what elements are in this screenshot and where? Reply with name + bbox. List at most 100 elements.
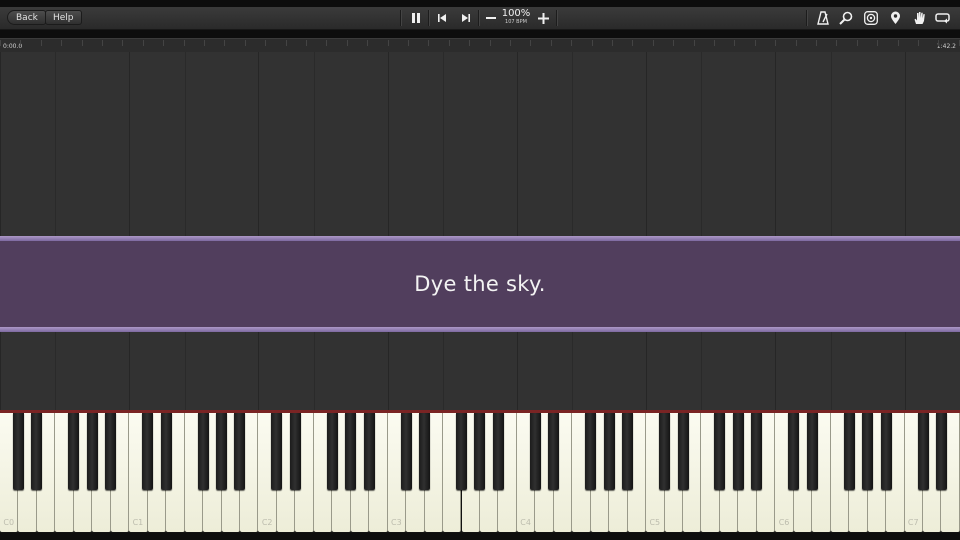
- black-key[interactable]: [843, 413, 855, 490]
- black-key[interactable]: [160, 413, 172, 490]
- black-key[interactable]: [289, 413, 301, 490]
- lane-divider: [830, 52, 832, 410]
- timeline-tick: [448, 40, 450, 46]
- skip-forward-icon[interactable]: [458, 10, 474, 26]
- timeline-tick: [224, 40, 226, 46]
- loop-icon[interactable]: [934, 10, 950, 26]
- black-key[interactable]: [862, 413, 874, 490]
- black-key[interactable]: [548, 413, 560, 490]
- timeline-tick: [918, 40, 919, 46]
- note-lane: Dye the sky.: [0, 52, 960, 410]
- octave-divider: [258, 52, 260, 410]
- black-key[interactable]: [197, 413, 209, 490]
- black-key[interactable]: [31, 413, 43, 490]
- black-key[interactable]: [492, 413, 504, 490]
- black-key[interactable]: [105, 413, 117, 490]
- pause-icon[interactable]: [408, 10, 424, 26]
- black-key[interactable]: [363, 413, 375, 490]
- timeline-tick: [346, 40, 348, 46]
- hand-icon[interactable]: [911, 10, 927, 26]
- timeline-tick: [285, 40, 287, 46]
- black-key[interactable]: [474, 413, 486, 490]
- timeline-tick: [877, 40, 879, 46]
- timeline-tick: [122, 40, 124, 46]
- timeline-tick: [408, 40, 409, 46]
- lyric-text: Dye the sky.: [414, 272, 546, 296]
- black-key[interactable]: [751, 413, 763, 490]
- timeline-tick: [775, 40, 777, 46]
- lane-divider: [443, 52, 445, 410]
- metronome-icon[interactable]: [815, 10, 831, 26]
- black-key[interactable]: [788, 413, 800, 490]
- timeline-tick: [673, 40, 675, 46]
- black-key[interactable]: [68, 413, 80, 490]
- timeline-tick: [204, 40, 205, 46]
- black-key[interactable]: [456, 413, 467, 490]
- timeline-tick: [591, 40, 593, 46]
- octave-label: C1: [132, 518, 144, 527]
- octave-label: C7: [907, 518, 919, 527]
- timeline-tick: [20, 40, 22, 46]
- octave-label: C3: [391, 518, 402, 527]
- skip-back-icon[interactable]: [434, 10, 450, 26]
- minus-icon[interactable]: [483, 10, 499, 26]
- black-key[interactable]: [86, 413, 98, 490]
- octave-divider: [0, 52, 1, 410]
- black-key[interactable]: [714, 413, 726, 490]
- black-key[interactable]: [806, 413, 818, 490]
- toolbar-divider: [478, 10, 480, 26]
- black-key[interactable]: [659, 413, 671, 490]
- target-icon[interactable]: [863, 10, 879, 26]
- black-key[interactable]: [880, 413, 892, 490]
- banner-bottom-edge: [0, 327, 960, 332]
- octave-label: C6: [778, 518, 790, 527]
- black-key[interactable]: [142, 413, 154, 490]
- black-key[interactable]: [622, 413, 634, 490]
- timeline-tick: [244, 40, 246, 46]
- black-key[interactable]: [345, 413, 357, 490]
- help-button[interactable]: Help: [45, 10, 82, 25]
- black-key[interactable]: [400, 413, 412, 490]
- lane-divider: [55, 52, 57, 410]
- black-key[interactable]: [529, 413, 541, 490]
- black-key[interactable]: [12, 413, 24, 490]
- black-key[interactable]: [603, 413, 615, 490]
- map-pin-icon[interactable]: [887, 10, 903, 26]
- plus-icon[interactable]: [535, 10, 551, 26]
- timeline-tick: [0, 40, 1, 46]
- back-button[interactable]: Back: [7, 10, 46, 25]
- timeline-tick: [734, 40, 736, 46]
- search-icon[interactable]: [838, 10, 854, 26]
- timeline-tick: [897, 40, 899, 46]
- timeline-tick: [510, 40, 511, 46]
- timeline-tick: [795, 40, 797, 46]
- timeline-tick: [856, 40, 858, 46]
- black-key[interactable]: [917, 413, 929, 490]
- timeline-tick: [142, 40, 144, 46]
- octave-label: C0: [3, 518, 15, 527]
- timeline-tick: [428, 40, 430, 46]
- lane-divider: [572, 52, 574, 410]
- octave-divider: [775, 52, 777, 410]
- timeline-tick: [367, 40, 369, 46]
- black-key[interactable]: [326, 413, 338, 490]
- black-key[interactable]: [677, 413, 689, 490]
- song-progress-bar[interactable]: 0:00.0 1:42.2: [0, 38, 960, 53]
- black-key[interactable]: [732, 413, 744, 490]
- black-key[interactable]: [419, 413, 431, 490]
- timeline-tick: [102, 40, 103, 46]
- black-key[interactable]: [234, 413, 246, 490]
- toolbar-divider: [806, 10, 808, 26]
- octave-label: C2: [261, 518, 273, 527]
- toolbar-divider: [400, 10, 402, 26]
- timeline-tick: [265, 40, 267, 46]
- timeline-tick: [81, 40, 83, 46]
- octave-label: C4: [520, 518, 531, 527]
- timeline-tick: [326, 40, 328, 46]
- timeline-tick: [754, 40, 756, 46]
- black-key[interactable]: [216, 413, 228, 490]
- black-key[interactable]: [935, 413, 947, 490]
- black-key[interactable]: [271, 413, 283, 490]
- timeline-tick: [40, 40, 42, 46]
- black-key[interactable]: [585, 413, 597, 490]
